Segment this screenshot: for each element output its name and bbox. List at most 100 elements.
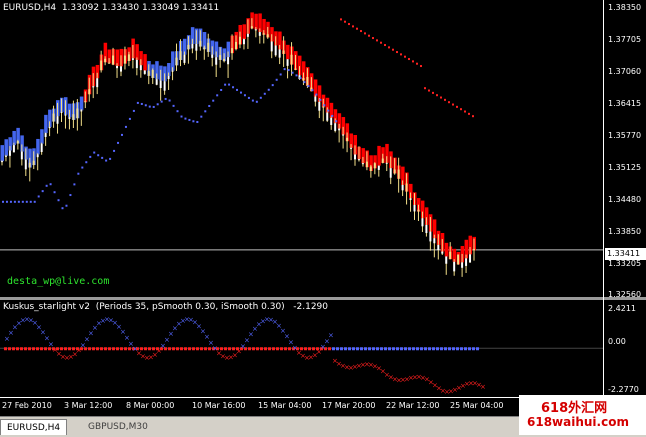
price-tick: 1.38350 [608,3,642,12]
support-dot [303,81,306,84]
indicator-level-dot [476,347,479,351]
support-dot [319,98,322,101]
candle-body [342,134,345,136]
resistance-dot [436,94,438,97]
candle-body [258,32,261,36]
indicator-level-dot [436,347,439,351]
support-dot [41,190,44,193]
indicator-level-dot [228,347,231,351]
candle-body [266,34,269,38]
support-dot [212,99,215,102]
support-dot [101,156,104,159]
resistance-dot [408,58,410,61]
time-axis-border [0,397,604,398]
support-dot [220,88,223,91]
indicator-level-dot [448,347,451,351]
candle-body [306,77,309,86]
support-dot [315,93,318,96]
indicator-pane[interactable]: × × × × × × × × × × × × × × × × × × × × × × × × × × × × × × × × × × × × × × × ×… [0,300,604,397]
resistance-dot [380,41,382,44]
resistance-dot [448,101,450,104]
support-dot [247,96,250,99]
indicator-level-dot [88,347,91,351]
indicator-level-dot [20,347,23,351]
band-block [242,24,246,40]
candle-body [373,163,376,169]
indicator-level-dot [256,347,259,351]
candle-body [147,71,150,76]
candle-body [76,108,79,119]
candle-body [36,154,39,158]
indicator-level-dot [36,347,39,351]
support-dot [128,117,131,120]
candle-body [104,58,107,63]
candle-body [100,60,103,71]
support-dot [188,118,191,121]
candle-body [40,143,43,152]
resistance-dot [420,65,422,68]
support-dot [287,69,290,72]
resistance-dot [440,96,442,99]
support-dot [176,110,179,113]
indicator-level-dot [12,347,15,351]
indicator-level-dot [464,347,467,351]
indicator-level-dot [184,347,187,351]
indicator-level-dot [372,347,375,351]
time-tick: 8 Mar 00:00 [126,401,175,410]
resistance-dot [400,53,402,56]
resistance-dot [472,115,474,118]
candle-body [131,58,134,60]
candle-body [346,137,349,142]
candle-body [167,75,170,80]
support-dot [164,97,167,100]
support-dot [132,109,135,112]
support-dot [331,114,334,117]
resistance-dot [444,98,446,101]
candle-body [302,77,305,81]
candle-body [4,155,7,157]
tab-eurusd-h4[interactable]: EURUSD,H4 [0,419,68,435]
candle-body [314,96,317,102]
support-dot [236,88,239,91]
resistance-dot [372,37,374,40]
candle-body [52,113,55,122]
support-dot [251,99,254,102]
candle-body [32,160,35,166]
support-dot [93,151,96,154]
indicator-level-dot [188,347,191,351]
candle-body [338,128,341,131]
indicator-level-dot [200,347,203,351]
tab-gbpusd-m30[interactable]: GBPUSD,M30 [82,419,154,435]
candle-body [254,29,257,31]
candle-body [183,54,186,63]
candle-body [413,204,416,212]
candle-body [278,49,281,58]
indicator-level-dot [108,347,111,351]
price-tick: 1.32560 [608,290,642,299]
indicator-level-dot [4,347,7,351]
support-dot [307,85,310,88]
support-dot [204,110,207,113]
candle-body [461,262,464,268]
price-pane[interactable]: EURUSD,H4 1.33092 1.33430 1.33049 1.3341… [0,0,604,297]
support-dot [279,73,282,76]
indicator-level-dot [272,347,275,351]
support-dot [291,71,294,74]
candle-body [385,162,388,164]
price-tick: 1.35125 [608,163,642,172]
support-dot [109,157,112,160]
candle-body [84,101,87,103]
candle-body [322,106,325,108]
candle-body [270,41,273,52]
resistance-dot [364,32,366,35]
price-tick: 1.37060 [608,67,642,76]
candle-body [457,254,460,265]
support-dot [77,172,80,175]
support-dot [208,104,211,107]
candle-body [108,62,111,64]
candle-body [44,133,47,137]
candle-body [8,150,11,156]
support-dot [21,200,24,203]
band-block [0,145,4,162]
indicator-level-dot [172,347,175,351]
